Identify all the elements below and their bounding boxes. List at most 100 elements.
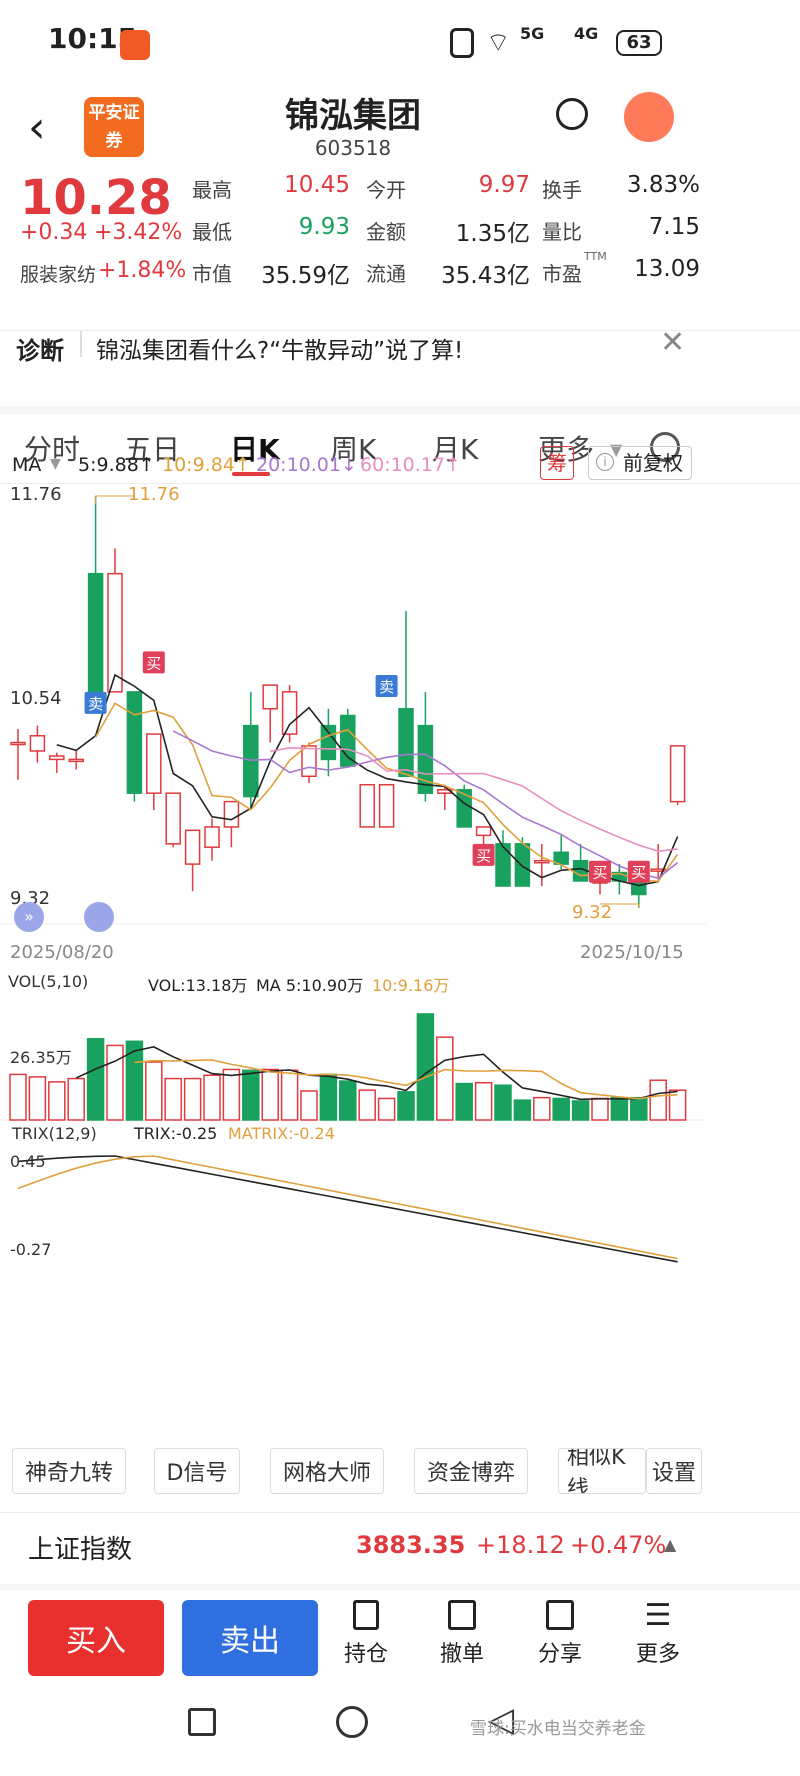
battery-icon: 63 <box>616 30 662 56</box>
candle-body <box>243 724 259 798</box>
candle-body <box>456 789 472 828</box>
vol-axis-label: 26.35万 <box>10 1048 72 1067</box>
candle-body <box>10 741 26 746</box>
quote-value-6: 35.59亿 <box>261 263 350 289</box>
wifi-icon: ⌔ <box>486 28 511 58</box>
candle-body <box>165 792 181 845</box>
candle-body <box>475 826 492 837</box>
volume-bar <box>28 1076 47 1121</box>
candle-body <box>495 843 511 887</box>
volume-bar <box>474 1081 493 1121</box>
ma5-value: 5:9.88↑ <box>78 454 155 476</box>
candle-body <box>398 708 414 778</box>
candle-body <box>146 733 162 794</box>
vol-label[interactable]: VOL(5,10) <box>8 972 88 991</box>
kline-svg[interactable]: 买卖卖买买买 <box>0 484 706 1384</box>
quote-label-4: 金额 <box>366 220 406 244</box>
indicator-tools: 神奇九转 D信号 网格大师 资金博弈 相似K线 设置 <box>0 1448 800 1512</box>
quote-label-8: 市盈 <box>542 262 582 286</box>
fullscreen-icon[interactable] <box>84 902 114 932</box>
candle-body <box>378 783 395 828</box>
candle-body <box>359 783 375 828</box>
volume-bar <box>397 1091 415 1121</box>
diagnosis-banner[interactable]: 诊断 锦泓集团看什么?“牛散异动”说了算! ✕ <box>0 325 800 406</box>
ma20-value: 20:10.01↓ <box>256 454 357 476</box>
net-5g-label: 5G <box>520 24 545 43</box>
cancel-order-label: 撤单 <box>439 1642 484 1667</box>
volume-bar <box>319 1073 338 1121</box>
quote-value-7: 35.43亿 <box>441 263 530 289</box>
chip-distribution-button[interactable]: 筹 <box>540 446 574 480</box>
price-change-pct: +3.42% <box>94 220 183 245</box>
expand-icon[interactable]: » <box>14 902 44 932</box>
candle-body <box>320 724 337 761</box>
index-value: 3883.35 <box>356 1531 466 1559</box>
high-marker-label: 11.76 <box>128 484 180 505</box>
ma-dropdown-icon[interactable]: ▼ <box>50 456 61 472</box>
holdings-icon <box>353 1600 379 1630</box>
vol-ma5-value: MA 5:10.90万 <box>256 976 364 995</box>
quote-label-2: 换手 <box>542 178 582 202</box>
chevron-up-icon[interactable]: ▲ <box>664 1535 676 1554</box>
ma-label[interactable]: MA <box>12 454 41 476</box>
candle-body <box>669 745 686 803</box>
assistant-avatar-icon[interactable] <box>624 92 674 142</box>
tool-similar-k[interactable]: 相似K线 <box>558 1448 646 1494</box>
recents-icon[interactable] <box>188 1708 216 1736</box>
volume-bar <box>164 1077 182 1121</box>
tool-d-signal[interactable]: D信号 <box>154 1448 240 1494</box>
search-icon[interactable] <box>556 98 588 130</box>
quote-value-5: 7.15 <box>648 214 700 240</box>
candle-body <box>184 829 201 865</box>
share-button[interactable]: 分享 <box>520 1600 600 1668</box>
index-ticker[interactable]: 上证指数 3883.35 +18.12 +0.47% ▲ <box>0 1512 800 1590</box>
candle-body <box>281 691 298 735</box>
volume-bar <box>145 1061 163 1121</box>
trix-label[interactable]: TRIX(12,9) <box>12 1124 97 1143</box>
volume-bar <box>67 1077 85 1121</box>
volume-bar <box>571 1100 590 1121</box>
quote-value-2: 3.83% <box>626 172 700 198</box>
stock-code: 603518 <box>314 136 392 160</box>
buy-button[interactable]: 买入 <box>28 1600 164 1676</box>
volume-bar <box>300 1090 318 1121</box>
sell-button[interactable]: 卖出 <box>182 1600 318 1676</box>
tool-settings[interactable]: 设置 <box>646 1448 702 1494</box>
close-icon[interactable]: ✕ <box>660 325 685 360</box>
volume-bar <box>377 1097 396 1121</box>
volume-bar <box>455 1082 473 1121</box>
info-icon[interactable]: i <box>596 453 614 471</box>
tool-nine-turn[interactable]: 神奇九转 <box>12 1448 126 1494</box>
vibrate-icon <box>450 28 474 58</box>
diagnosis-text: 锦泓集团看什么?“牛散异动”说了算! <box>96 338 464 364</box>
diagnosis-label: 诊断 <box>16 337 64 365</box>
volume-bar <box>630 1096 648 1121</box>
quote-value-1: 9.97 <box>478 172 530 198</box>
menu-icon: ☰ <box>644 1598 672 1633</box>
quote-label-3: 最低 <box>192 220 232 244</box>
cancel-order-icon <box>448 1600 476 1630</box>
date-end: 2025/10/15 <box>580 942 684 963</box>
buy-signal-text: 买 <box>476 847 491 865</box>
tool-capital-game[interactable]: 资金博弈 <box>414 1448 528 1494</box>
home-icon[interactable] <box>336 1706 368 1738</box>
trade-bar: 买入 卖出 持仓 撤单 分享 ☰ 更多 <box>0 1590 800 1710</box>
sell-signal-text: 卖 <box>379 678 394 696</box>
cancel-order-button[interactable]: 撤单 <box>422 1600 502 1668</box>
kline-chart-area[interactable]: MA ▼ 5:9.88↑ 10:9.84↑ 20:10.01↓ 60:10.17… <box>0 446 800 1452</box>
volume-bar <box>610 1096 629 1121</box>
volume-bar <box>494 1084 512 1121</box>
holdings-button[interactable]: 持仓 <box>326 1600 406 1668</box>
volume-bar <box>86 1038 105 1121</box>
volume-bar <box>183 1077 202 1121</box>
more-button[interactable]: ☰ 更多 <box>618 1600 698 1668</box>
quote-value-0: 10.45 <box>284 172 350 198</box>
buy-signal-text: 买 <box>146 654 161 672</box>
low-marker-label: 9.32 <box>572 902 613 923</box>
quote-label-6: 市值 <box>192 262 232 286</box>
buy-signal-text: 买 <box>592 864 607 882</box>
sector-name: 服装家纺 <box>20 264 97 286</box>
volume-bar <box>513 1099 532 1121</box>
tool-grid-master[interactable]: 网格大师 <box>270 1448 384 1494</box>
matrix-value: MATRIX:-0.24 <box>228 1124 335 1143</box>
